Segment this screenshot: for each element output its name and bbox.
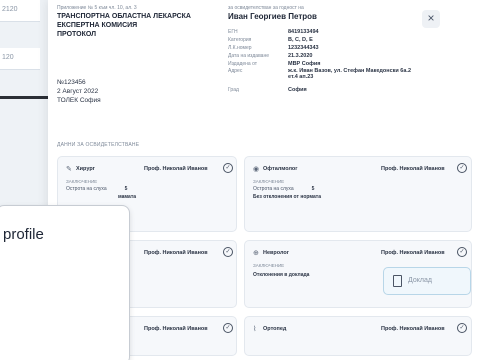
info-row-address: Адрес ж.к. Иван Вазов, ул. Стефан Македон… xyxy=(228,68,411,80)
conclusion-label: ЗАКЛЮЧЕНИЕ xyxy=(253,179,285,184)
report-button[interactable]: Доклад xyxy=(383,267,471,295)
person-info: ЕГН 8419133494 Категория B, C, D, E Л.К.но… xyxy=(228,28,428,94)
specialty-label: Офталмолог xyxy=(263,166,298,172)
document-icon xyxy=(393,275,402,287)
scalpel-icon: ✎ xyxy=(66,166,72,173)
issuer-label: за освидетелстван за годност на xyxy=(228,5,304,11)
doctor-name: Проф. Николай Иванов xyxy=(144,326,208,332)
info-row-category: Категория B, C, D, E xyxy=(228,37,313,43)
card-orthopedics[interactable]: ⌇ Ортопед Проф. Николай Иванов ✓ xyxy=(244,316,472,356)
person-name: Иван Георгиев Петров xyxy=(228,12,317,21)
background-row: 2120 xyxy=(0,0,40,22)
check-icon: ✓ xyxy=(457,163,467,173)
info-row-city: Град София xyxy=(228,87,307,93)
doctor-name: Проф. Николай Иванов xyxy=(381,326,445,332)
info-row-id-card: Л.К.номер 1232344343 xyxy=(228,45,319,51)
acuity-row: Острота на слуха 5 xyxy=(66,186,128,192)
eye-icon: ◉ xyxy=(253,166,260,173)
check-icon: ✓ xyxy=(223,247,233,257)
check-icon: ✓ xyxy=(223,323,233,333)
info-row-issued-by: Издадена от МВР София xyxy=(228,61,321,67)
background-divider xyxy=(0,96,50,99)
doctor-name: Проф. Николай Иванов xyxy=(381,166,445,172)
profile-overlay-panel[interactable]: profile xyxy=(0,205,130,360)
specialty-label: Ортопед xyxy=(263,326,287,332)
protocol-place: ТОЛЕК София xyxy=(57,97,101,104)
reg-number: №123456 xyxy=(57,79,86,86)
result-text: Отклонения в доклада xyxy=(253,272,310,278)
check-icon: ✓ xyxy=(457,323,467,333)
conclusion-label: ЗАКЛЮЧЕНИЕ xyxy=(253,263,285,268)
acuity-row: Острота на слуха 5 xyxy=(253,186,315,192)
bone-icon: ⌇ xyxy=(253,326,257,333)
check-icon: ✓ xyxy=(223,163,233,173)
brain-icon: ⊕ xyxy=(253,250,259,257)
specialty-label: Хирург xyxy=(76,166,95,172)
doctor-name: Проф. Николай Иванов xyxy=(381,250,445,256)
result-text: Без отклонения от нормата xyxy=(253,194,322,200)
info-row-issue-date: Дата на издаване 21.3.2020 xyxy=(228,53,313,59)
protocol-meta: №123456 2 Август 2022 ТОЛЕК София xyxy=(57,78,101,105)
appendix-note: Приложение № 5 към чл. 10, ал. 3 xyxy=(57,5,137,11)
specialty-label: Невролог xyxy=(263,250,290,256)
protocol-date: 2 Август 2022 xyxy=(57,88,99,95)
info-row-egn: ЕГН 8419133494 xyxy=(228,29,319,35)
doctor-name: Проф. Николай Иванов xyxy=(144,166,208,172)
background-row: 120 xyxy=(0,48,40,70)
result-text: мамата xyxy=(118,194,137,200)
doctor-name: Проф. Николай Иванов xyxy=(144,250,208,256)
conclusion-label: ЗАКЛЮЧЕНИЕ xyxy=(66,179,98,184)
close-button[interactable]: × xyxy=(422,10,440,28)
commission-title: ТРАНСПОРТНА ОБЛАСТНА ЛЕКАРСКА ЕКСПЕРТНА … xyxy=(57,13,191,38)
check-icon: ✓ xyxy=(457,247,467,257)
report-label: Доклад xyxy=(408,277,432,284)
profile-label: profile xyxy=(3,226,44,243)
card-ophthalmology[interactable]: ◉ Офталмолог Проф. Николай Иванов ✓ ЗАКЛ… xyxy=(244,156,472,232)
section-title: ДАННИ ЗА ОСВИДЕТЕЛСТВАНЕ xyxy=(57,142,140,148)
